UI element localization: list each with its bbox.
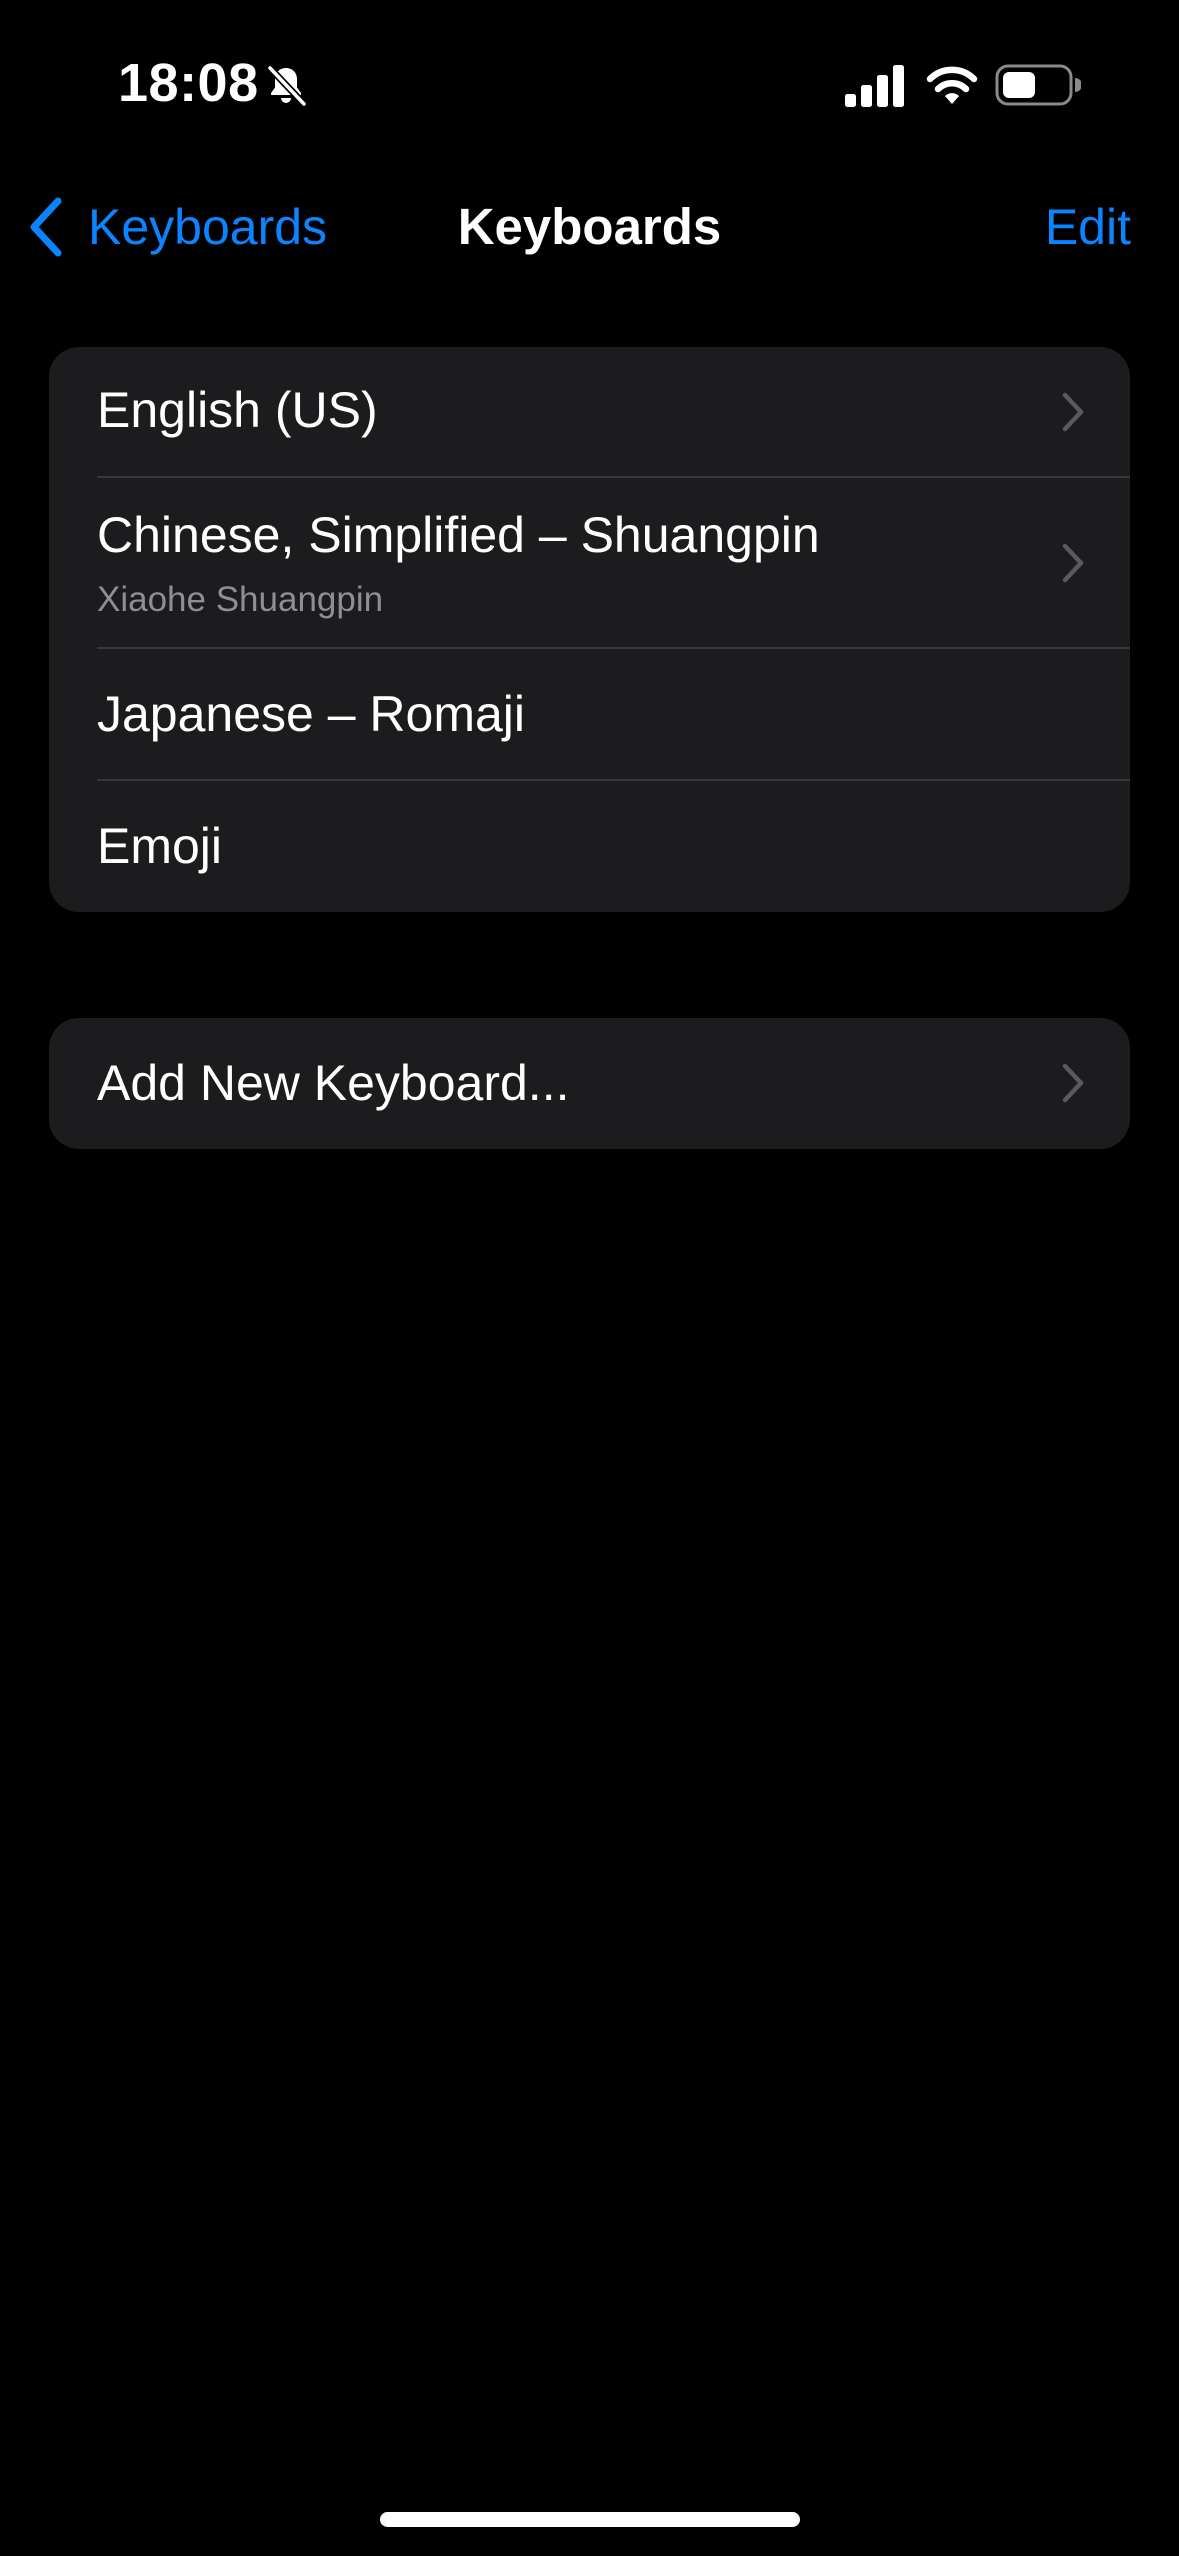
chevron-right-icon <box>1062 392 1084 432</box>
back-button[interactable]: Keyboards <box>26 190 327 264</box>
keyboards-list: English (US) Chinese, Simplified – Shuan… <box>49 347 1130 912</box>
add-new-keyboard-button[interactable]: Add New Keyboard... <box>49 1018 1130 1149</box>
keyboard-label: Japanese – Romaji <box>97 686 526 742</box>
keyboard-row-emoji[interactable]: Emoji <box>49 781 1130 912</box>
keyboard-row-chinese[interactable]: Chinese, Simplified – Shuangpin Xiaohe S… <box>49 478 1130 649</box>
keyboard-label: Chinese, Simplified – Shuangpin <box>97 507 820 563</box>
status-time: 18:08 <box>118 53 259 113</box>
keyboard-label: English (US) <box>97 382 378 438</box>
chevron-right-icon <box>1062 1063 1084 1103</box>
edit-button[interactable]: Edit <box>1045 190 1131 264</box>
keyboard-row-japanese[interactable]: Japanese – Romaji <box>49 649 1130 781</box>
status-bar: 18:08 <box>0 0 1179 170</box>
keyboard-sublabel: Xiaohe Shuangpin <box>97 580 384 619</box>
keyboard-label: Emoji <box>97 818 223 874</box>
cellular-signal-icon <box>845 65 904 107</box>
chevron-right-icon <box>1062 543 1084 583</box>
add-keyboard-group: Add New Keyboard... <box>49 1018 1130 1149</box>
home-indicator[interactable] <box>380 2512 800 2527</box>
chevron-left-icon <box>30 197 62 257</box>
keyboard-row-english[interactable]: English (US) <box>49 347 1130 478</box>
add-keyboard-label: Add New Keyboard... <box>97 1055 570 1111</box>
battery-icon <box>995 64 1081 106</box>
back-button-label: Keyboards <box>88 199 328 255</box>
wifi-icon <box>926 66 978 104</box>
bell-slash-icon <box>266 64 308 108</box>
